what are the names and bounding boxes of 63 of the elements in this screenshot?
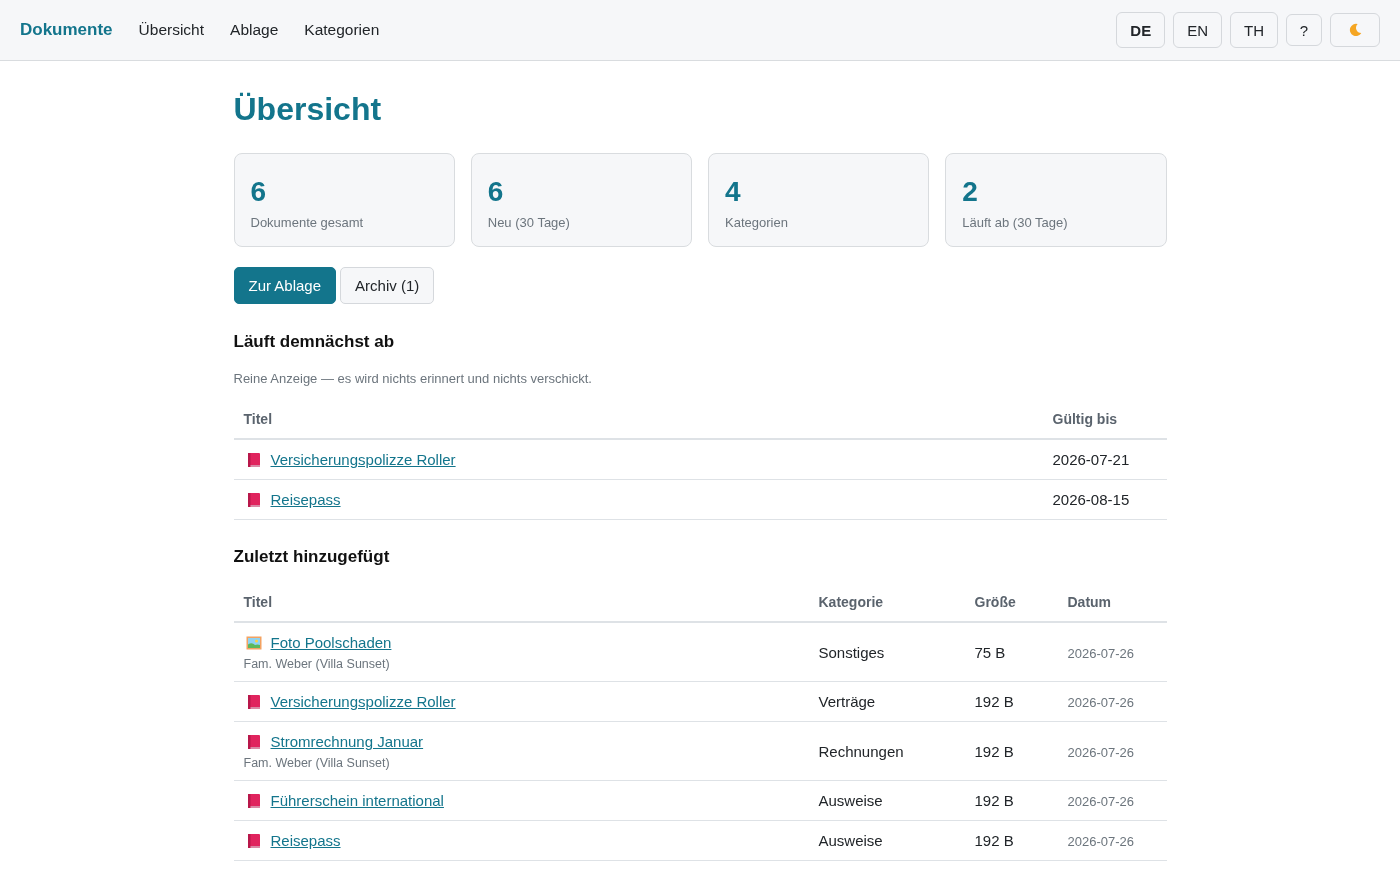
column-header: Gültig bis <box>1052 411 1118 427</box>
action-button[interactable]: Archiv (1) <box>340 267 435 304</box>
size-text: 192 B <box>974 832 1014 849</box>
section-heading: Zuletzt hinzugefügt <box>233 546 391 568</box>
owner-label: Fam. Weber (Villa Sunset) <box>243 756 390 770</box>
book-icon <box>245 792 262 809</box>
book-icon <box>245 733 262 750</box>
column-header: Datum <box>1067 594 1112 610</box>
size-text: 192 B <box>974 742 1014 760</box>
help-button[interactable]: ? <box>1286 14 1322 46</box>
size-text: 192 B <box>974 792 1014 809</box>
nav-link[interactable]: Ablage <box>230 21 279 39</box>
category-text: Rechnungen <box>818 742 904 760</box>
date-text: 2026-07-26 <box>1067 834 1134 849</box>
valid-until-date: 2026-07-21 <box>1052 451 1130 468</box>
picture-icon <box>245 634 262 651</box>
category-text: Ausweise <box>818 832 883 849</box>
book-icon <box>245 451 262 468</box>
page-title: Übersicht <box>233 90 383 129</box>
column-header: Titel <box>243 594 273 610</box>
stat-value: 6 <box>487 176 505 208</box>
language-button[interactable]: EN <box>1173 12 1222 48</box>
nav-link[interactable]: Kategorien <box>304 21 380 39</box>
section-heading: Läuft demnächst ab <box>233 331 396 353</box>
stat-value: 2 <box>962 176 979 208</box>
category-text: Ausweise <box>818 792 883 809</box>
stat-label: Läuft ab (30 Tage) <box>962 215 1069 230</box>
moon-icon <box>1348 23 1362 37</box>
owner-label: Fam. Weber (Villa Sunset) <box>243 657 390 671</box>
valid-until-date: 2026-08-15 <box>1052 491 1130 508</box>
document-link[interactable]: Führerschein international <box>270 792 444 809</box>
book-icon <box>245 693 262 710</box>
date-text: 2026-07-26 <box>1067 695 1134 710</box>
nav-link[interactable]: Übersicht <box>138 21 205 39</box>
stat-label: Kategorien <box>725 215 789 230</box>
date-text: 2026-07-26 <box>1067 794 1134 809</box>
date-text: 2026-07-26 <box>1067 645 1134 661</box>
category-text: Verträge <box>818 693 876 710</box>
document-link[interactable]: Versicherungspolizze Roller <box>270 451 456 468</box>
size-text: 192 B <box>974 693 1014 710</box>
document-link[interactable]: Foto Poolschaden <box>270 634 392 651</box>
brand-link[interactable]: Dokumente <box>20 20 113 40</box>
section-note: Reine Anzeige — es wird nichts erinnert und nichts verschickt. <box>233 370 593 388</box>
primary-action-button[interactable]: Zur Ablage <box>233 267 337 304</box>
document-link[interactable]: Stromrechnung Januar <box>270 733 424 750</box>
column-header: Titel <box>243 411 273 427</box>
stat-label: Neu (30 Tage) <box>487 215 571 230</box>
size-text: 75 B <box>974 643 1006 661</box>
book-icon <box>245 491 262 508</box>
language-button[interactable]: DE <box>1116 12 1166 48</box>
document-link[interactable]: Versicherungspolizze Roller <box>270 693 456 710</box>
theme-toggle-button[interactable] <box>1330 13 1380 47</box>
date-text: 2026-07-26 <box>1067 744 1134 760</box>
book-icon <box>245 832 262 849</box>
column-header: Kategorie <box>818 594 884 610</box>
stat-value: 4 <box>725 176 742 208</box>
document-link[interactable]: Reisepass <box>270 832 341 849</box>
stat-label: Dokumente gesamt <box>250 215 365 230</box>
document-link[interactable]: Reisepass <box>270 491 341 508</box>
category-text: Sonstiges <box>818 643 885 661</box>
stat-value: 6 <box>250 176 268 208</box>
language-button[interactable]: TH <box>1230 12 1278 48</box>
column-header: Größe <box>974 594 1016 610</box>
